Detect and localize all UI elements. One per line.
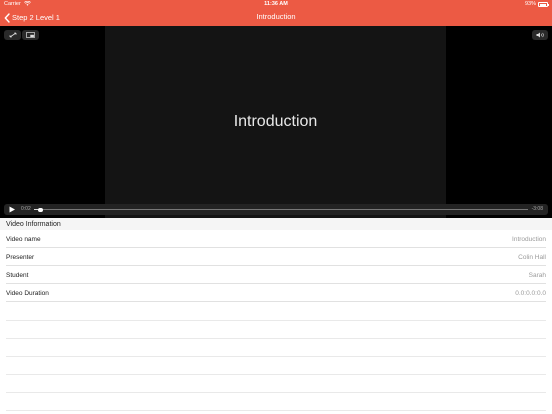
info-row-video-duration: Video Duration 0.0:0.0:0.0: [6, 284, 546, 302]
app-header: Carrier 11:36 AM 93% Step 2 Level 1 Intr…: [0, 0, 552, 26]
empty-row-separator: [6, 374, 546, 375]
info-value: 0.0:0.0:0.0: [515, 290, 546, 297]
time-remaining: -3:08: [531, 206, 543, 212]
picture-in-picture-icon: [26, 32, 35, 38]
section-header: Video Information: [0, 218, 552, 230]
status-battery: 93%: [524, 0, 549, 9]
empty-row-separator: [6, 356, 546, 357]
info-label: Presenter: [6, 254, 35, 261]
progress-slider[interactable]: [34, 207, 528, 212]
status-bar: Carrier 11:36 AM 93%: [0, 0, 552, 9]
empty-row-separator: [6, 338, 546, 339]
section-title: Video Information: [6, 221, 61, 228]
empty-row-separator: [6, 392, 546, 393]
progress-thumb[interactable]: [38, 207, 43, 212]
volume-icon: [536, 32, 544, 38]
picture-in-picture-button[interactable]: [22, 30, 39, 40]
navigation-bar: Step 2 Level 1 Introduction: [0, 9, 552, 26]
volume-button[interactable]: [532, 30, 548, 40]
battery-percent: 93%: [524, 1, 536, 7]
playback-controls: 0:02 -3:08: [4, 204, 548, 215]
video-information-section: Video Information Video name Introductio…: [0, 218, 552, 414]
status-time: 11:36 AM: [264, 1, 288, 7]
video-player[interactable]: Introduction: [0, 26, 552, 218]
info-label: Video Duration: [6, 290, 49, 297]
info-value: Colin Hall: [518, 254, 546, 261]
battery-icon: [538, 2, 549, 7]
info-value: Sarah: [528, 272, 546, 279]
empty-row-separator: [6, 320, 546, 321]
fullscreen-button[interactable]: [4, 30, 21, 40]
page-title: Introduction: [256, 12, 296, 21]
fullscreen-icon: [9, 32, 16, 38]
empty-row-separator: [6, 410, 546, 411]
info-label: Video name: [6, 236, 41, 243]
info-row-student: Student Sarah: [6, 266, 546, 284]
video-caption: Introduction: [233, 113, 318, 130]
info-row-video-name: Video name Introduction: [6, 230, 546, 248]
info-value: Introduction: [512, 236, 546, 243]
time-elapsed: 0:02: [21, 206, 31, 212]
play-icon[interactable]: [8, 206, 16, 213]
info-row-presenter: Presenter Colin Hall: [6, 248, 546, 266]
info-label: Student: [6, 272, 29, 279]
